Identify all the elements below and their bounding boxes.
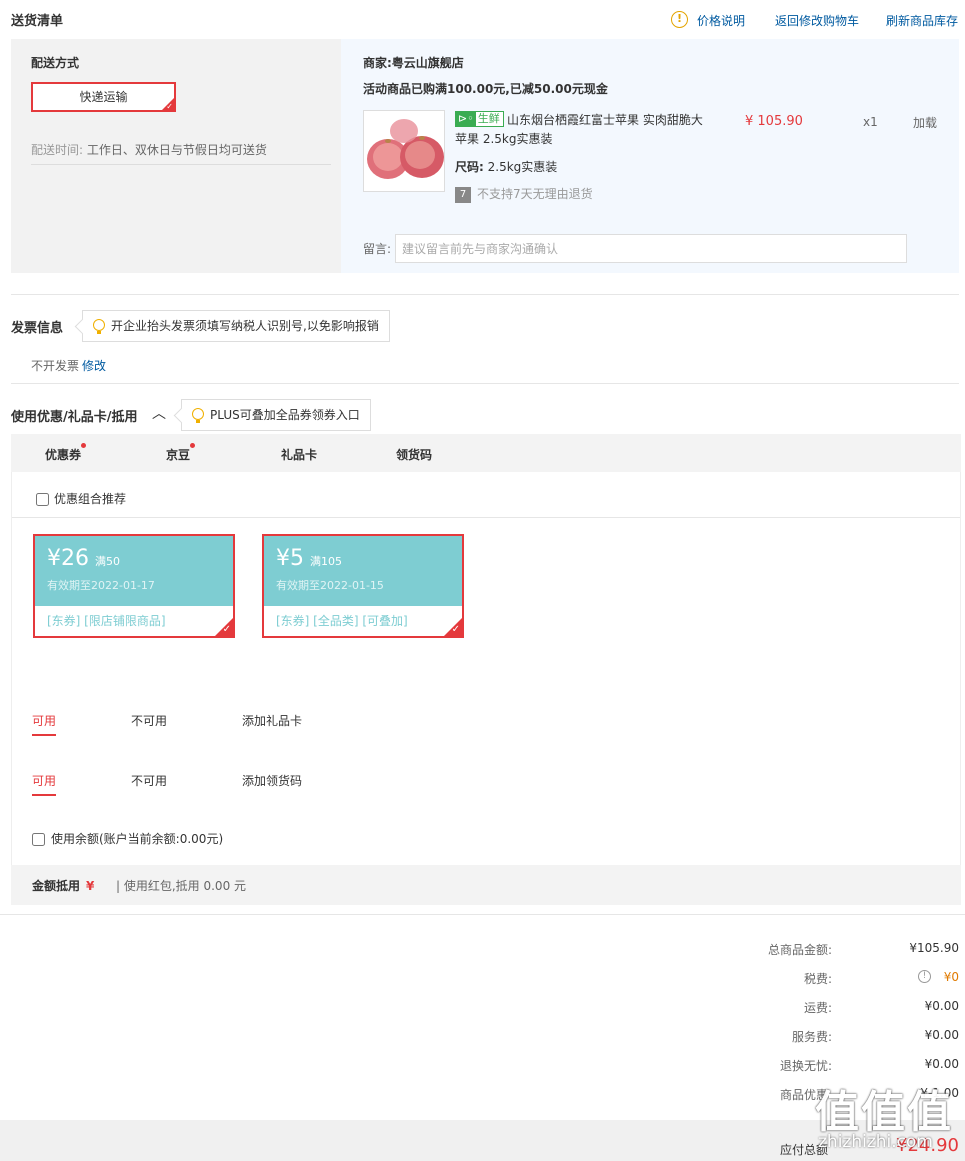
notification-dot [81,443,87,448]
memo-label: 留言: [363,242,392,256]
express-shipping-button[interactable]: 快递运输 ✓ [31,82,176,112]
info-icon[interactable]: ! [918,970,931,983]
summary-value: ¥0.00 [924,1028,959,1042]
fresh-badge-label: 生鲜 [477,112,500,125]
invoice-modify-link[interactable]: 修改 [82,357,106,374]
invoice-title: 发票信息 [11,321,64,336]
product-size: 尺码: 2.5kg实惠装 [455,158,557,175]
shipping-time-label: 配送时间: [31,143,84,157]
deduct-text: | 使用红包,抵用 0.00 元 [116,879,247,893]
coupon-card[interactable]: ¥5 满105 有效期至2022-01-15 [东券] [全品类] [可叠加] ✓ [262,534,464,638]
combo-label: 优惠组合推荐 [54,492,127,506]
giftcard-unavailable-tab[interactable]: 不可用 [131,712,167,729]
warning-icon: ! [671,11,688,28]
invoice-status: 不开发票 [31,359,80,373]
summary-value: ¥0 [943,970,959,984]
invoice-tip-text: 开企业抬头发票须填写纳税人识别号,以免影响报销 [111,319,379,333]
checkmark-icon: ✓ [451,624,460,635]
no-return-notice: 7 不支持7天无理由退货 [455,185,593,203]
summary-label: 服务费: [791,1030,832,1044]
summary-label: 总商品金额: [767,943,832,957]
tab-coupon[interactable]: 优惠券 [45,443,87,463]
no-return-icon: 7 [455,186,471,203]
checkmark-icon: ✓ [166,102,173,111]
invoice-tip: 开企业抬头发票须填写纳税人识别号,以免影响报销 [82,310,390,342]
back-to-cart-link[interactable]: 返回修改购物车 [775,12,859,29]
summary-value: ¥0.00 [924,1057,959,1071]
combo-recommend[interactable]: 优惠组合推荐 [36,490,126,507]
balance-label: 使用余额(账户当前余额:0.00元) [51,832,224,846]
watermark-logo: 值值值 [815,1087,953,1138]
lightbulb-icon [93,319,105,334]
promo-text: 活动商品已购满100.00元,已减50.00元现金 [363,82,608,96]
checkmark-icon: ✓ [222,624,231,635]
seller-name: 商家:粤云山旗舰店 [363,56,464,70]
tab-jingdou[interactable]: 京豆 [166,443,196,463]
plus-tip[interactable]: PLUS可叠加全品券领券入口 [181,399,371,431]
memo-input[interactable] [395,234,907,263]
size-value: 2.5kg实惠装 [487,160,558,174]
price-explain-link[interactable]: 价格说明 [697,12,745,29]
coupon-card[interactable]: ¥26 满50 有效期至2022-01-17 [东券] [限店铺限商品] ✓ [33,534,235,638]
tab-pickup-code[interactable]: 领货码 [396,446,432,463]
deduct-label: 金额抵用 ¥ [32,877,94,894]
discount-title[interactable]: 使用优惠/礼品卡/抵用 [11,406,138,425]
product-quantity: x1 [863,115,878,129]
coupon-expiry: 有效期至2022-01-15 [276,579,384,592]
deduct-label-text: 金额抵用 [32,879,81,893]
page-title: 送货清单 [11,14,64,29]
apple-image-icon [364,111,444,191]
summary-label: 退换无忧: [779,1059,832,1073]
tab-jingdou-label: 京豆 [166,448,191,462]
product-image[interactable] [363,110,445,192]
refresh-stock-link[interactable]: 刷新商品库存 [886,12,958,29]
notification-dot [190,443,196,448]
divider [11,294,959,295]
plus-tip-text: PLUS可叠加全品券领券入口 [210,408,360,422]
summary-value: ¥0.00 [924,999,959,1013]
divider [11,383,959,384]
code-unavailable-tab[interactable]: 不可用 [131,772,167,789]
shipping-time: 配送时间: 工作日、双休日与节假日均可送货 [31,141,267,158]
coupon-condition: 满50 [95,555,120,568]
fresh-icon: ⊳◦ [456,112,476,126]
chevron-up-icon[interactable]: ︿ [152,403,166,423]
code-available-tab[interactable]: 可用 [32,772,57,796]
divider [0,914,965,915]
express-shipping-label: 快递运输 [79,90,128,104]
coupon-tags: [东券] [限店铺限商品] [47,614,166,628]
balance-checkbox[interactable] [32,833,45,846]
giftcard-available-tab[interactable]: 可用 [32,712,57,736]
divider [31,164,331,165]
lightbulb-icon [192,408,204,423]
shipping-label: 配送方式 [31,56,80,70]
product-price: ¥ 105.90 [745,114,803,129]
add-code-link[interactable]: 添加领货码 [242,772,302,789]
watermark-url: zhizhizhi.com [818,1132,933,1152]
discount-tabs [11,434,961,472]
tab-giftcard[interactable]: 礼品卡 [281,446,317,463]
coupon-amount: ¥5 [276,546,304,571]
shipping-time-value: 工作日、双休日与节假日均可送货 [86,143,267,157]
add-giftcard-link[interactable]: 添加礼品卡 [242,712,302,729]
use-balance[interactable]: 使用余额(账户当前余额:0.00元) [32,830,223,847]
coupon-condition: 满105 [310,555,342,568]
deduct-currency: ¥ [86,879,95,893]
coupon-amount: ¥26 [47,546,89,571]
coupon-tags: [东券] [全品类] [可叠加] [276,614,408,628]
divider [12,517,960,518]
summary-value: ¥105.90 [909,941,959,955]
combo-checkbox[interactable] [36,493,49,506]
size-label: 尺码: [455,160,484,174]
tab-coupon-label: 优惠券 [45,448,82,462]
fresh-badge: ⊳◦ 生鲜 [455,111,504,127]
coupon-expiry: 有效期至2022-01-17 [47,579,155,592]
summary-label: 税费: [803,972,832,986]
no-return-text: 不支持7天无理由退货 [477,187,593,201]
product-weight: 加载 [913,116,938,130]
summary-label: 运费: [803,1001,832,1015]
